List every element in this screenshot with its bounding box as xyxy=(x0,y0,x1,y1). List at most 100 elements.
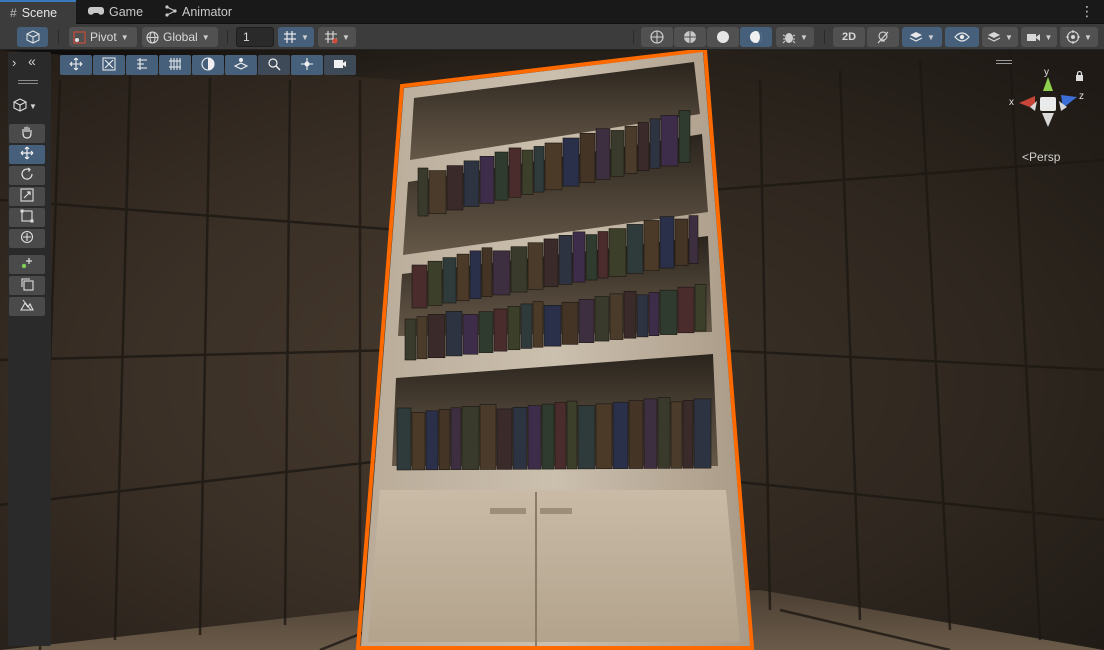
overlay-grid-button[interactable] xyxy=(159,55,191,75)
overlay-move-button[interactable] xyxy=(60,55,92,75)
persp-icon: < xyxy=(1022,150,1030,164)
gizmo-y-label: y xyxy=(1044,67,1049,78)
rotate-tool-button[interactable] xyxy=(9,166,45,185)
draw-mode-shaded-wireframe-button[interactable] xyxy=(674,27,706,47)
transform-tool-button[interactable] xyxy=(9,229,45,248)
2d-toggle[interactable]: 2D xyxy=(833,27,865,47)
global-label: Global xyxy=(163,30,198,44)
book-spine xyxy=(594,296,610,342)
book-spine xyxy=(694,283,707,332)
drag-handle[interactable] xyxy=(18,80,38,81)
scene-viewport[interactable]: › « ▼ y x z <Persp xyxy=(0,50,1104,650)
book-spine xyxy=(496,408,513,470)
book-spine xyxy=(438,408,451,471)
tab-game[interactable]: Game xyxy=(78,0,153,24)
overlay-cross-button[interactable] xyxy=(93,55,125,75)
lighting-toggle[interactable] xyxy=(867,27,899,47)
component-tool-button[interactable] xyxy=(9,276,45,295)
tools-panel: › « ▼ xyxy=(8,52,51,646)
scene-visibility-toggle[interactable] xyxy=(945,27,979,47)
camera-view-icon xyxy=(333,57,347,74)
book-spine xyxy=(659,289,678,335)
book-spine xyxy=(492,250,511,296)
editor-tab-bar: # Scene Game Animator ⋮ xyxy=(0,0,1104,24)
unlit-sphere-icon xyxy=(716,30,730,44)
rect-tool-button[interactable] xyxy=(9,208,45,227)
draw-mode-wireframe-button[interactable] xyxy=(641,27,673,47)
half-sphere-icon xyxy=(201,56,215,74)
chevron-down-icon: ▼ xyxy=(29,102,37,111)
gizmo-neg-y-axis[interactable] xyxy=(1042,113,1054,127)
gizmo-y-axis[interactable] xyxy=(1043,77,1053,91)
collapse-double-arrow-icon[interactable]: « xyxy=(28,53,36,69)
book-spine xyxy=(643,398,658,469)
layers-icon xyxy=(987,31,1001,43)
camera-dropdown[interactable]: ▼ xyxy=(1021,27,1057,47)
scene-effects-dropdown[interactable]: ▼ xyxy=(902,27,942,47)
book-spine xyxy=(463,160,480,207)
expand-arrow-icon[interactable]: › xyxy=(12,55,16,70)
projection-toggle[interactable]: <Persp xyxy=(1022,150,1060,164)
draw-mode-unlit-button[interactable] xyxy=(707,27,739,47)
tab-animator[interactable]: Animator xyxy=(155,0,242,24)
more-options-icon[interactable]: ⋮ xyxy=(1080,3,1094,20)
door-handle xyxy=(490,508,526,514)
book-spine xyxy=(493,308,508,352)
book-spine xyxy=(678,110,691,163)
eye-icon xyxy=(954,31,970,43)
tab-scene-label: Scene xyxy=(21,6,58,20)
book-spine xyxy=(610,130,625,177)
book-spine xyxy=(411,264,428,309)
book-spine xyxy=(469,250,482,299)
book-spine xyxy=(578,299,595,343)
book-spine xyxy=(595,128,611,180)
draw-mode-shaded-button[interactable] xyxy=(740,27,772,47)
book-spine xyxy=(427,314,446,359)
gizmo-drag-handle[interactable] xyxy=(996,60,1012,61)
book-spine xyxy=(512,406,528,470)
book-spine xyxy=(579,132,596,183)
book-spine xyxy=(416,316,428,360)
layers-dropdown[interactable]: ▼ xyxy=(982,27,1018,47)
pivot-dropdown[interactable]: Pivot ▼ xyxy=(69,27,137,47)
chevron-down-icon: ▼ xyxy=(1084,32,1092,42)
tool-context-dropdown[interactable]: ▼ xyxy=(13,98,37,115)
camera-icon xyxy=(1026,32,1041,43)
navmesh-tool-button[interactable] xyxy=(9,297,45,316)
scene-view-mode-button[interactable] xyxy=(17,27,48,47)
scale-tool-button[interactable] xyxy=(9,187,45,206)
increment-snap-toggle[interactable]: ▼ xyxy=(318,27,356,47)
toolbar-separator xyxy=(824,30,825,44)
overlay-camera-button[interactable] xyxy=(324,55,356,75)
book-spine xyxy=(623,290,637,339)
overlay-pivot-button[interactable] xyxy=(291,55,323,75)
move-tool-button[interactable] xyxy=(9,145,45,164)
toolbar-separator xyxy=(227,30,228,44)
door-handle xyxy=(540,508,572,514)
gizmos-dropdown[interactable]: ▼ xyxy=(1060,27,1098,47)
book-spine xyxy=(612,401,629,469)
overlay-align-button[interactable] xyxy=(126,55,158,75)
align-icon xyxy=(135,57,149,74)
shaded-wireframe-icon xyxy=(683,30,697,44)
gizmo-center-cube[interactable] xyxy=(1040,97,1056,111)
overlay-shading-button[interactable] xyxy=(192,55,224,75)
grid-size-field[interactable]: 1 xyxy=(236,27,274,47)
overlay-search-button[interactable] xyxy=(258,55,290,75)
debug-draw-dropdown[interactable]: ▼ xyxy=(776,27,814,47)
projection-label: Persp xyxy=(1029,150,1061,164)
view-tool-button[interactable] xyxy=(9,124,45,143)
grid-snap-toggle[interactable]: ▼ xyxy=(278,27,314,47)
global-dropdown[interactable]: Global ▼ xyxy=(142,27,218,47)
book-spine xyxy=(554,402,567,470)
overlay-surface-button[interactable] xyxy=(225,55,257,75)
book-spine xyxy=(450,407,462,470)
tab-scene[interactable]: # Scene xyxy=(0,0,76,24)
book-spine xyxy=(677,286,695,334)
book-spine xyxy=(527,242,544,290)
book-spine xyxy=(456,253,470,302)
search-icon xyxy=(267,57,281,74)
animator-icon xyxy=(165,4,177,20)
custom-editor-tool-button[interactable] xyxy=(9,255,45,274)
book-spine xyxy=(478,311,494,353)
